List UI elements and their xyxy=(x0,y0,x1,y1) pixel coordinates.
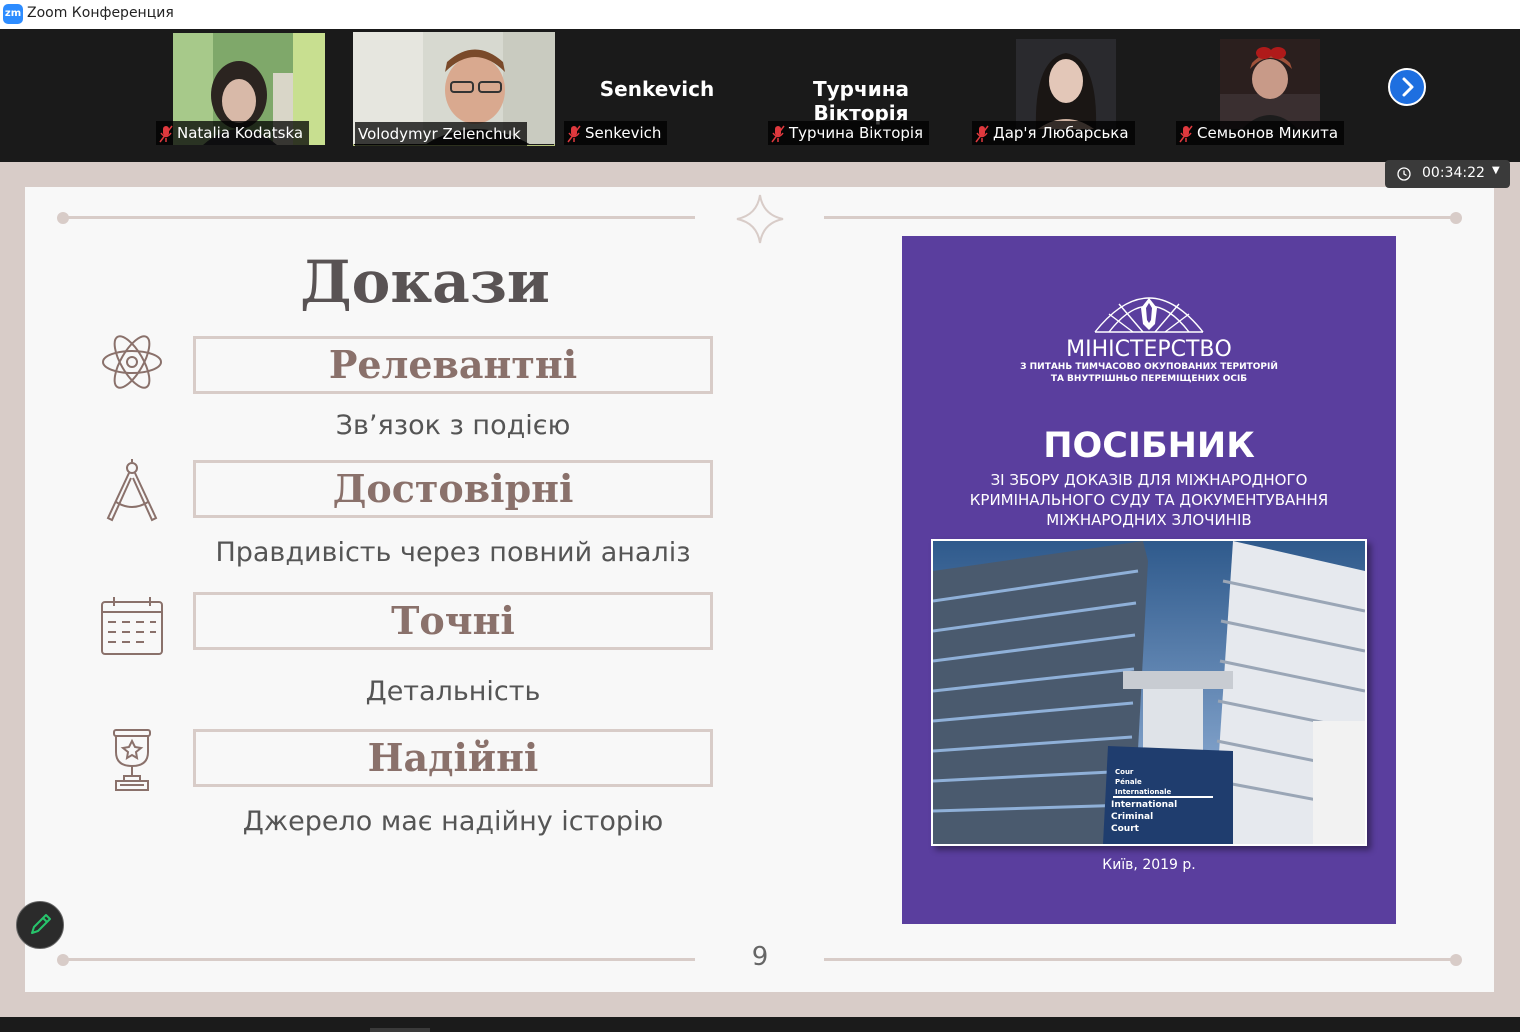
book-subtitle: КРИМІНАЛЬНОГО СУДУ ТА ДОКУМЕНТУВАННЯ xyxy=(969,491,1329,509)
timer-value: 00:34:22 xyxy=(1422,165,1485,181)
decor-dot xyxy=(1450,212,1462,224)
decor-line xyxy=(824,958,1456,961)
mic-muted-icon xyxy=(1179,125,1193,142)
book-heading: ПОСІБНИК xyxy=(1043,426,1255,466)
evidence-label-box: Достовірні xyxy=(193,460,713,518)
evidence-label: Надійні xyxy=(367,735,539,780)
meeting-timer[interactable]: 00:34:22 ▼ xyxy=(1385,160,1510,188)
compass-icon xyxy=(106,459,158,522)
ministry-emblem-icon xyxy=(1094,297,1204,333)
evidence-label: Релевантні xyxy=(328,342,578,387)
book-cover-image: МІНІСТЕРСТВО З ПИТАНЬ ТИМЧАСОВО ОКУПОВАН… xyxy=(902,236,1396,924)
icc-building-photo: Cour Pénale Internationale International… xyxy=(931,539,1367,846)
icc-sign-english: International Criminal Court xyxy=(1111,800,1178,834)
clock-icon xyxy=(1397,167,1411,181)
sparkle-icon xyxy=(736,194,784,244)
calendar-icon xyxy=(101,597,163,655)
participant-display-name: Турчина Вікторія xyxy=(812,77,910,125)
trophy-icon xyxy=(113,729,151,791)
participant-name-label: Дар'я Любарська xyxy=(972,121,1135,145)
evidence-description: Детальність xyxy=(365,676,541,707)
slide-title: Докази xyxy=(300,248,550,316)
mic-muted-icon xyxy=(975,125,989,142)
zoom-logo-icon: zm xyxy=(3,4,23,24)
participant-name-label: Senkevich xyxy=(564,121,668,145)
ministry-name: МІНІСТЕРСТВО xyxy=(1066,337,1232,362)
pencil-icon xyxy=(31,914,51,934)
evidence-label: Точні xyxy=(391,598,515,643)
title-bar: zm Zoom Конференция xyxy=(0,0,1530,29)
evidence-description: Правдивість через повний аналіз xyxy=(215,537,691,568)
book-subtitle: ЗІ ЗБОРУ ДОКАЗІВ ДЛЯ МІЖНАРОДНОГО xyxy=(990,471,1308,489)
participant-tile-volodymyr[interactable]: Volodymyr Zelenchuk xyxy=(353,32,555,146)
participants-strip: Natalia Kodatska Volodymyr Zelenchuk Sen… xyxy=(0,29,1520,162)
decor-line xyxy=(824,216,1456,219)
next-page-button[interactable] xyxy=(1388,68,1426,106)
mic-muted-icon xyxy=(159,125,173,142)
atom-icon xyxy=(102,335,162,389)
ministry-subtitle: З ПИТАНЬ ТИМЧАСОВО ОКУПОВАНИХ ТЕРИТОРІЙ xyxy=(1020,362,1278,372)
participant-tile-darya[interactable]: Дар'я Любарська xyxy=(966,33,1164,145)
icc-sign-french: Cour Pénale Internationale xyxy=(1115,768,1172,796)
participant-tile-senkevich[interactable]: Senkevich Senkevich xyxy=(558,33,756,145)
bottom-bar xyxy=(0,1017,1520,1032)
chevron-right-icon xyxy=(1402,77,1414,97)
participant-tile-turchyna[interactable]: Турчина Вікторія Турчина Вікторія xyxy=(762,33,960,145)
participant-tile-natalia[interactable]: Natalia Kodatska xyxy=(150,33,348,145)
window-title: Zoom Конференция xyxy=(27,5,174,21)
ministry-subtitle: ТА ВНУТРІШНЬО ПЕРЕМІЩЕНИХ ОСІБ xyxy=(1050,374,1248,384)
evidence-label-box: Релевантні xyxy=(193,336,713,394)
window-edge xyxy=(1520,29,1530,1032)
evidence-label: Достовірні xyxy=(332,466,574,511)
evidence-label-box: Надійні xyxy=(193,729,713,787)
participant-display-name: Senkevich xyxy=(599,77,715,101)
slide-page-number: 9 xyxy=(751,942,769,972)
participant-name-label: Турчина Вікторія xyxy=(768,121,930,145)
mic-muted-icon xyxy=(771,125,785,142)
decor-line xyxy=(63,958,695,961)
bottom-bar-handle[interactable] xyxy=(370,1028,430,1032)
evidence-label-box: Точні xyxy=(193,592,713,650)
book-subtitle: МІЖНАРОДНИХ ЗЛОЧИНІВ xyxy=(1046,511,1252,529)
participant-name-label: Natalia Kodatska xyxy=(156,121,310,145)
evidence-description: Зв’язок з подією xyxy=(335,410,571,441)
place-year: Київ, 2019 р. xyxy=(1102,857,1196,873)
decor-line xyxy=(63,216,695,219)
participant-name-label: Volodymyr Zelenchuk xyxy=(355,122,527,146)
participant-tile-semyonov[interactable]: Семьонов Микита xyxy=(1170,33,1368,145)
decor-dot xyxy=(1450,954,1462,966)
mic-muted-icon xyxy=(567,125,581,142)
evidence-description: Джерело має надійну історію xyxy=(242,806,664,837)
annotate-button[interactable] xyxy=(16,901,64,949)
chevron-down-icon[interactable]: ▼ xyxy=(1492,165,1500,176)
participant-name-label: Семьонов Микита xyxy=(1176,121,1345,145)
